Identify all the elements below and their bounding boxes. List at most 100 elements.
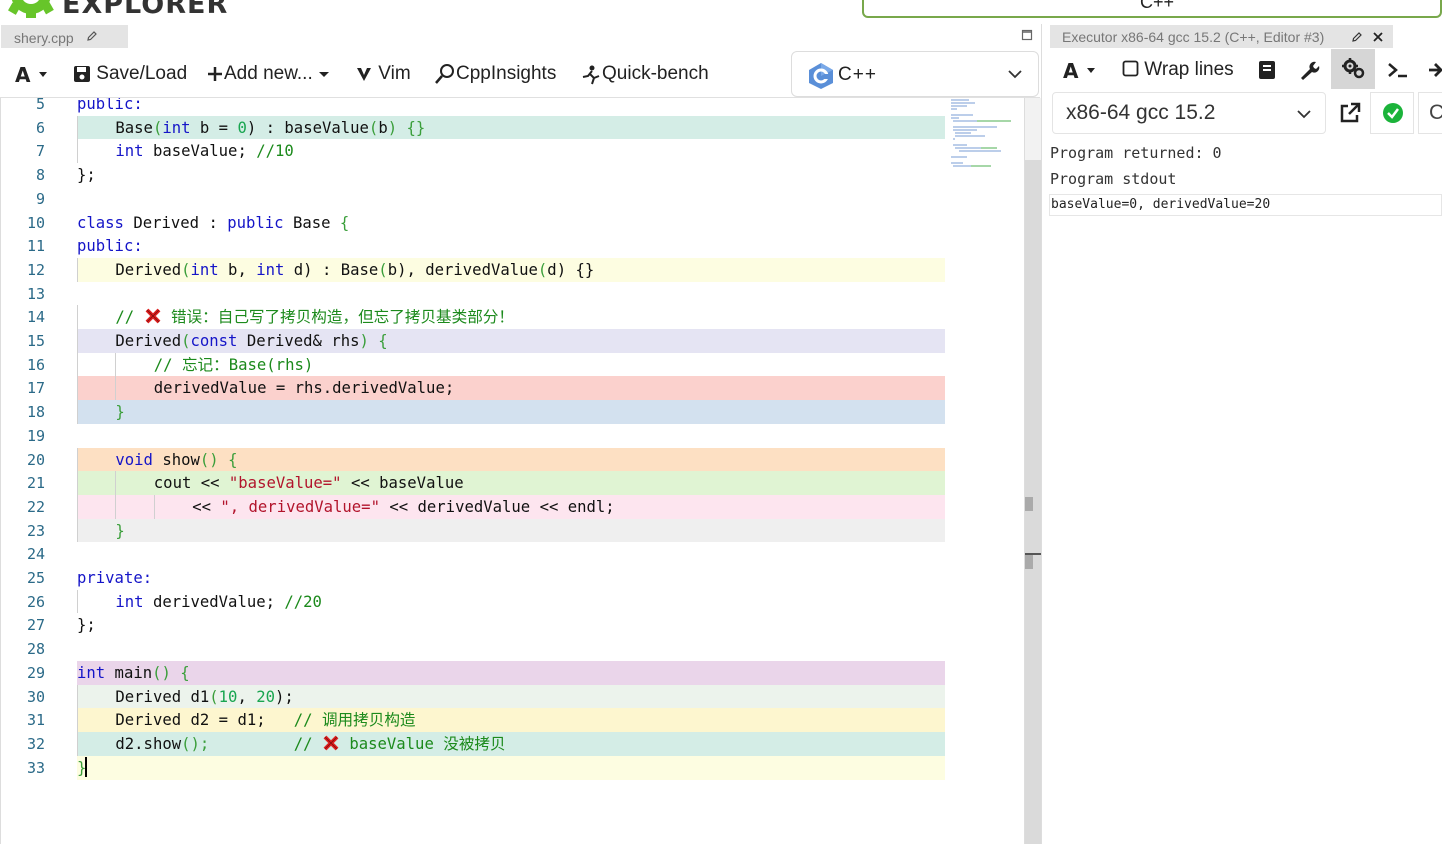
- line-number: 25: [26, 569, 45, 587]
- code-token: int: [77, 664, 106, 682]
- code-token: ();: [181, 735, 210, 753]
- code-line[interactable]: 22 << ", derivedValue=" << derivedValue <…: [1, 495, 945, 519]
- close-icon[interactable]: [1372, 31, 1384, 43]
- code-text: Base(int b = 0) : baseValue(b) {}: [115, 116, 425, 140]
- line-number: 15: [26, 332, 45, 350]
- executor-extra-button[interactable]: C: [1418, 92, 1442, 134]
- compiler-select[interactable]: x86-64 gcc 15.2: [1052, 92, 1326, 134]
- code-line[interactable]: 31 Derived d2 = d1; // 调用拷贝构造: [1, 708, 945, 732]
- book-icon[interactable]: [1258, 60, 1276, 80]
- code-token: << derivedValue << endl;: [379, 498, 615, 516]
- indent-guide: [115, 495, 117, 519]
- save-load-button[interactable]: Save/Load: [73, 61, 187, 87]
- brand-name[interactable]: EXPLORER: [62, 0, 228, 20]
- code-line[interactable]: 21 cout << "baseValue=" << baseValue: [1, 471, 945, 495]
- executor-tab[interactable]: Executor x86-64 gcc 15.2 (C++, Editor #3…: [1050, 25, 1393, 48]
- code-line[interactable]: 11 public:: [1, 234, 945, 258]
- code-token: b =: [190, 119, 238, 137]
- code-token: Base: [115, 119, 153, 137]
- code-token: (: [537, 261, 548, 279]
- code-line[interactable]: 19: [1, 424, 945, 448]
- wrap-lines-toggle[interactable]: Wrap lines: [1122, 59, 1234, 81]
- code-line[interactable]: 33}: [1, 756, 945, 780]
- quick-bench-button[interactable]: Quick-bench: [580, 61, 709, 87]
- code-token: 错误：自己写了拷贝构造，但忘了拷贝基类部分！: [161, 308, 515, 326]
- editor-tab[interactable]: shery.cpp: [1, 25, 128, 48]
- code-line[interactable]: 32 d2.show(); // baseValue 没被拷贝: [1, 732, 945, 756]
- cpp-logo-icon: [809, 63, 833, 89]
- line-highlight: [77, 234, 945, 258]
- pane-divider[interactable]: [1041, 24, 1049, 844]
- code-text: // 忘记：Base(rhs): [154, 353, 313, 377]
- code-line[interactable]: 7 int baseValue; //10: [1, 139, 945, 163]
- code-token: ) : baseValue: [246, 119, 369, 137]
- arrow-right-icon[interactable]: [1429, 61, 1442, 79]
- language-header: C++: [862, 0, 1442, 18]
- code-line[interactable]: 18}: [1, 400, 945, 424]
- code-line[interactable]: 14 // 错误：自己写了拷贝构造，但忘了拷贝基类部分！: [1, 305, 945, 329]
- indent-guide: [77, 685, 78, 709]
- code-line[interactable]: 26 int derivedValue; //20: [1, 590, 945, 614]
- font-size-button[interactable]: A: [13, 61, 47, 87]
- code-line[interactable]: 20 void show() {: [1, 448, 945, 472]
- code-line[interactable]: 24: [1, 542, 945, 566]
- cppinsights-label: CppInsights: [456, 63, 557, 84]
- line-number: 13: [26, 285, 45, 303]
- code-token: cout <<: [153, 474, 229, 492]
- line-number: 10: [26, 214, 45, 232]
- code-line[interactable]: 29 int main() {: [1, 661, 945, 685]
- code-token: private:: [77, 569, 153, 587]
- code-line[interactable]: 23}: [1, 519, 945, 543]
- terminal-icon[interactable]: [1387, 61, 1409, 79]
- execution-status-button[interactable]: [1370, 92, 1414, 134]
- code-text: class Derived : public Base {: [77, 211, 349, 235]
- code-line[interactable]: 5 public:: [1, 98, 945, 116]
- language-header-label: C++: [1140, 0, 1175, 12]
- add-new-button[interactable]: Add new...: [206, 61, 330, 87]
- vim-button[interactable]: Vim: [355, 61, 411, 87]
- code-line[interactable]: 9: [1, 187, 945, 211]
- code-token: {: [368, 332, 388, 350]
- executor-output: Program returned: 0 Program stdout: [1049, 140, 1442, 192]
- code-text: // 错误：自己写了拷贝构造，但忘了拷贝基类部分！: [115, 305, 514, 329]
- code-line[interactable]: 12 Derived(int b, int d) : Base(b), deriv…: [1, 258, 945, 282]
- indent-guide: [77, 400, 78, 424]
- line-highlight: [77, 187, 945, 211]
- editor-tab-title: shery.cpp: [14, 30, 74, 46]
- code-token: d) : Base: [284, 261, 379, 279]
- code-line[interactable]: 27};: [1, 613, 945, 637]
- code-token: {: [339, 214, 350, 232]
- code-line[interactable]: 17 derivedValue = rhs.derivedValue;: [1, 376, 945, 400]
- line-number: 28: [26, 640, 45, 658]
- code-line[interactable]: 13: [1, 282, 945, 306]
- code-token: public:: [77, 237, 143, 255]
- line-number: 24: [26, 545, 45, 563]
- code-editor[interactable]: 5 public: 6 Base(int b = 0) : baseValue(b) …: [0, 98, 1040, 844]
- execute-settings-button[interactable]: [1331, 49, 1375, 89]
- code-token: 20: [256, 688, 276, 706]
- code-token: Base: [283, 214, 340, 232]
- code-line[interactable]: 30 Derived d1(10, 20);: [1, 685, 945, 709]
- popout-icon[interactable]: [1339, 102, 1361, 124]
- gear-logo-icon[interactable]: [6, 0, 56, 22]
- code-line[interactable]: 6 Base(int b = 0) : baseValue(b) {}: [1, 116, 945, 140]
- code-line[interactable]: 15 Derived(const Derived& rhs) {: [1, 329, 945, 353]
- code-token: b,: [218, 261, 257, 279]
- code-line[interactable]: 16 // 忘记：Base(rhs): [1, 353, 945, 377]
- wrench-icon[interactable]: [1298, 59, 1320, 81]
- code-line[interactable]: 10 class Derived : public Base {: [1, 211, 945, 235]
- maximize-icon[interactable]: [1021, 29, 1033, 41]
- font-icon[interactable]: A: [1061, 59, 1095, 81]
- code-line[interactable]: 25 private:: [1, 566, 945, 590]
- cppinsights-button[interactable]: CppInsights: [434, 61, 556, 87]
- code-minimap[interactable]: [951, 98, 1021, 168]
- code-token: int: [256, 261, 285, 279]
- code-line[interactable]: 28: [1, 637, 945, 661]
- pencil-icon[interactable]: [1351, 31, 1363, 43]
- language-select[interactable]: C++: [791, 51, 1039, 97]
- code-text: private:: [77, 566, 152, 590]
- pencil-icon[interactable]: [86, 30, 98, 42]
- indent-guide: [77, 139, 78, 163]
- indent-guide: [77, 519, 78, 543]
- code-line[interactable]: 8};: [1, 163, 945, 187]
